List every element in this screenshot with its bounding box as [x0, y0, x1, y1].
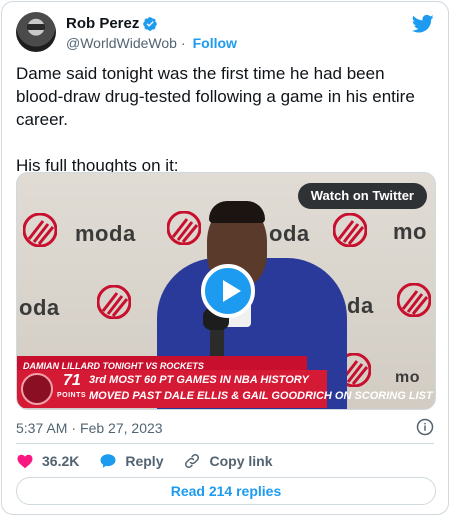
- like-count: 36.2K: [42, 453, 80, 469]
- read-replies-button[interactable]: Read 214 replies: [16, 477, 436, 505]
- copy-link-button[interactable]: Copy link: [183, 452, 273, 470]
- verified-badge-icon: [143, 16, 158, 31]
- twitter-bird-icon[interactable]: [412, 14, 434, 34]
- pinwheel-logo-icon: [167, 211, 201, 245]
- author-name[interactable]: Rob Perez: [66, 15, 139, 32]
- reply-button[interactable]: Reply: [99, 452, 163, 470]
- backdrop-brand: moda: [75, 221, 136, 246]
- lower-third-header: DAMIAN LILLARD TONIGHT VS ROCKETS: [17, 356, 307, 371]
- copy-link-label: Copy link: [209, 453, 273, 469]
- pinwheel-logo-icon: [333, 213, 367, 247]
- tweet-text: Dame said tonight was the first time he …: [16, 64, 415, 175]
- info-icon[interactable]: [416, 418, 434, 436]
- like-button[interactable]: 36.2K: [16, 452, 79, 470]
- tweet-time[interactable]: 5:37 AM: [16, 420, 67, 436]
- tweet-meta: 5:37 AM · Feb 27, 2023: [16, 418, 434, 438]
- link-icon: [185, 453, 200, 469]
- reply-bubble-icon: [100, 454, 116, 468]
- pinwheel-logo-icon: [97, 285, 131, 319]
- lower-third-line2: MOVED PAST DALE ELLIS & GAIL GOODRICH ON…: [89, 390, 433, 402]
- tweet-card: Rob Perez @WorldWideWob · Follow Dame sa…: [1, 1, 449, 515]
- pinwheel-logo-icon: [23, 213, 57, 247]
- meta-separator: ·: [71, 420, 77, 436]
- handle-separator: ·: [180, 35, 186, 51]
- tweet-actions: 36.2K Reply Copy link: [16, 450, 293, 472]
- lower-third-unit: POINTS: [57, 392, 87, 399]
- backdrop-brand-partial: oda: [19, 295, 60, 320]
- author-handle-row: @WorldWideWob · Follow: [66, 35, 237, 51]
- watch-on-twitter-button[interactable]: Watch on Twitter: [297, 183, 427, 209]
- author-name-row: Rob Perez: [66, 15, 158, 32]
- tweet-header: Rob Perez @WorldWideWob · Follow: [16, 12, 434, 56]
- heart-icon: [17, 454, 33, 469]
- author-handle[interactable]: @WorldWideWob: [66, 35, 177, 51]
- lower-third-number: 71: [63, 372, 81, 389]
- tweet-date[interactable]: Feb 27, 2023: [80, 420, 163, 436]
- backdrop-brand-partial: oda: [269, 221, 310, 246]
- team-badge-icon: [21, 373, 53, 405]
- video-media[interactable]: moda oda mo oda moda mo: [16, 172, 436, 410]
- play-icon[interactable]: [201, 264, 255, 318]
- divider: [16, 443, 434, 444]
- author-avatar[interactable]: [16, 12, 56, 52]
- backdrop-brand-partial: mo: [393, 219, 427, 244]
- speaker-hair: [209, 201, 265, 223]
- lower-third-graphic: 71 POINTS 3rd MOST 60 PT GAMES IN NBA HI…: [17, 370, 433, 408]
- lower-third-line1: 3rd MOST 60 PT GAMES IN NBA HISTORY: [89, 374, 309, 386]
- backdrop-brand-partial: mo: [395, 369, 420, 386]
- follow-button[interactable]: Follow: [193, 35, 237, 51]
- reply-label: Reply: [125, 453, 164, 469]
- pinwheel-logo-icon: [397, 283, 431, 317]
